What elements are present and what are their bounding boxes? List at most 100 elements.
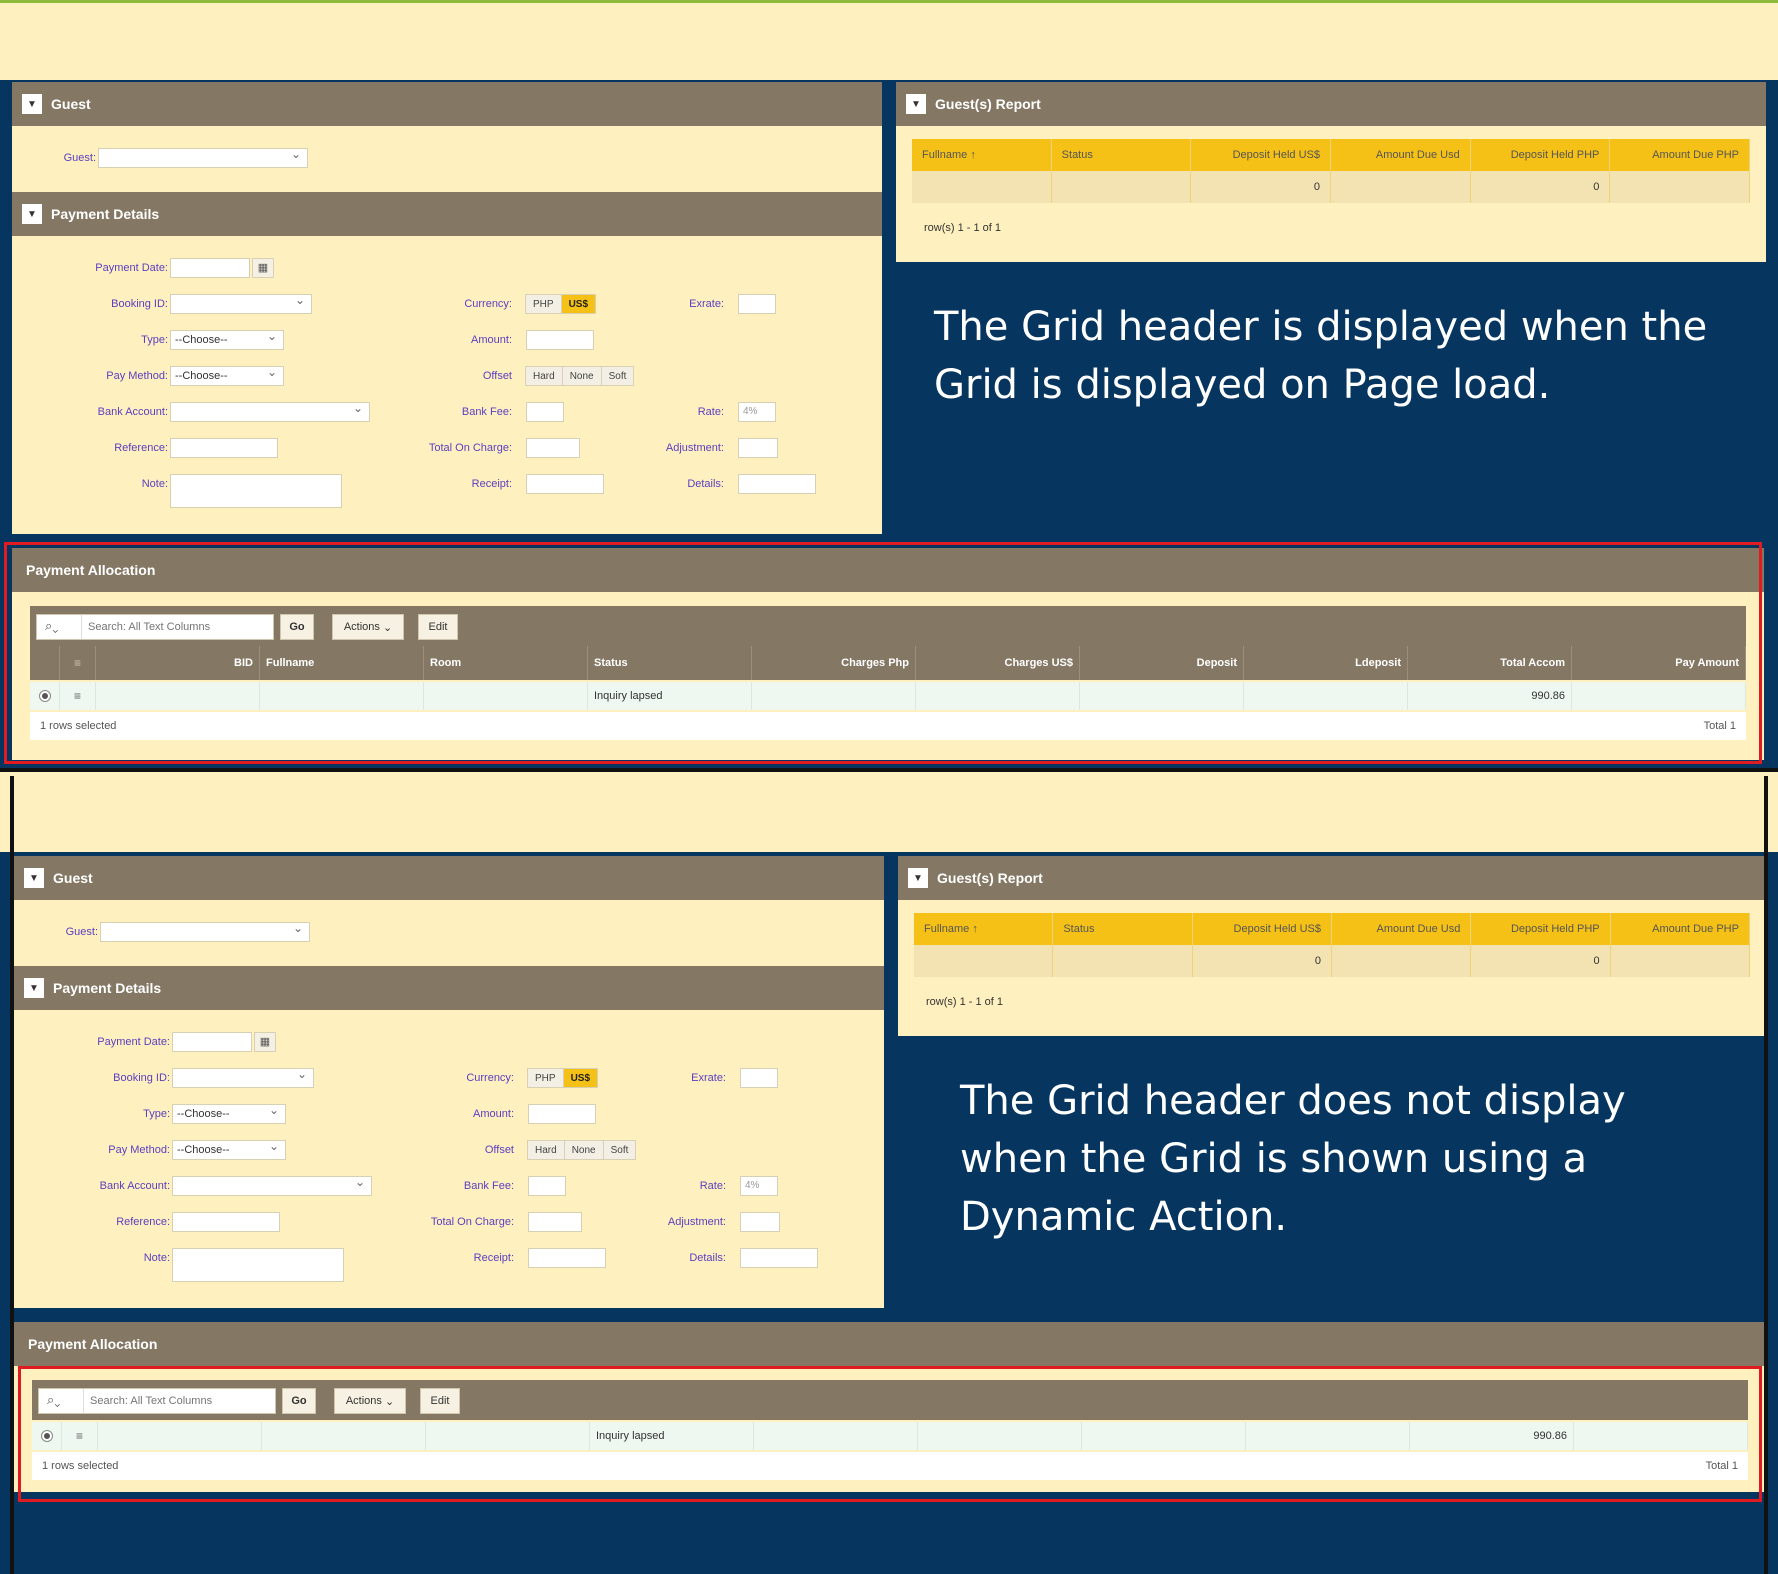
adjustment-input[interactable] xyxy=(740,1212,780,1232)
type-select[interactable]: --Choose-- xyxy=(172,1103,286,1124)
currency-php-option[interactable]: PHP xyxy=(527,1068,564,1088)
offset-hard-option[interactable]: Hard xyxy=(527,1140,565,1160)
guest-region-header: ▼ Guest xyxy=(12,82,882,126)
table-row: 0 0 xyxy=(914,945,1750,977)
col-deposit-held-php[interactable]: Deposit Held PHP xyxy=(1471,913,1611,945)
col-amount-due-php[interactable]: Amount Due PHP xyxy=(1610,913,1750,945)
amount-input[interactable] xyxy=(526,330,594,350)
reference-input[interactable] xyxy=(172,1212,280,1232)
details-input[interactable] xyxy=(740,1248,818,1268)
booking-id-label: Booking ID: xyxy=(111,298,168,310)
offset-toggle: Hard None Soft xyxy=(527,1140,637,1160)
note-textarea[interactable] xyxy=(170,474,342,508)
rate-input[interactable]: 4% xyxy=(738,402,776,422)
receipt-input[interactable] xyxy=(526,474,604,494)
adjustment-label: Adjustment: xyxy=(667,1216,726,1228)
sort-asc-icon: ↑ xyxy=(970,149,976,161)
guest-report-table: Fullname ↑ Status Deposit Held US$ Amoun… xyxy=(912,139,1751,203)
col-deposit-held-usd[interactable]: Deposit Held US$ xyxy=(1192,913,1332,945)
total-on-charge-label: Total On Charge: xyxy=(430,1216,514,1228)
exrate-input[interactable] xyxy=(740,1068,778,1088)
rate-placeholder: 4% xyxy=(745,1180,760,1191)
type-label: Type: xyxy=(143,1108,170,1120)
sort-asc-icon: ↑ xyxy=(972,923,978,935)
currency-usd-option[interactable]: US$ xyxy=(560,294,597,314)
amount-label: Amount: xyxy=(473,1108,514,1120)
receipt-input[interactable] xyxy=(528,1248,606,1268)
adjustment-input[interactable] xyxy=(738,438,778,458)
cell xyxy=(1331,171,1471,203)
pay-method-select[interactable]: --Choose-- xyxy=(170,365,284,386)
bank-fee-input[interactable] xyxy=(526,402,564,422)
details-label: Details: xyxy=(689,1252,726,1264)
booking-id-label: Booking ID: xyxy=(113,1072,170,1084)
reference-label: Reference: xyxy=(116,1216,170,1228)
collapse-toggle-icon[interactable]: ▼ xyxy=(24,868,44,888)
col-fullname[interactable]: Fullname ↑ xyxy=(914,913,1054,945)
note-textarea[interactable] xyxy=(172,1248,344,1282)
reference-label: Reference: xyxy=(114,442,168,454)
col-amount-due-usd[interactable]: Amount Due Usd xyxy=(1331,913,1472,945)
total-on-charge-input[interactable] xyxy=(528,1212,582,1232)
guest-label: Guest: xyxy=(65,926,98,938)
table-row: 0 0 xyxy=(912,171,1751,203)
offset-none-option[interactable]: None xyxy=(563,1140,604,1160)
guest-select[interactable] xyxy=(98,147,308,168)
reference-input[interactable] xyxy=(170,438,278,458)
col-amount-due-php[interactable]: Amount Due PHP xyxy=(1610,139,1751,171)
amount-input[interactable] xyxy=(528,1104,596,1124)
payment-date-label: Payment Date: xyxy=(95,262,168,274)
payment-date-input[interactable] xyxy=(170,258,250,278)
calendar-icon[interactable]: ▦ xyxy=(252,258,274,278)
currency-php-option[interactable]: PHP xyxy=(525,294,562,314)
guest-region-header: ▼ Guest xyxy=(14,856,884,900)
rate-input[interactable]: 4% xyxy=(740,1176,778,1196)
collapse-toggle-icon[interactable]: ▼ xyxy=(22,204,42,224)
receipt-label: Receipt: xyxy=(473,1252,514,1264)
cell xyxy=(912,171,1052,203)
col-status[interactable]: Status xyxy=(1051,139,1192,171)
collapse-toggle-icon[interactable]: ▼ xyxy=(906,94,926,114)
pay-method-select-value: --Choose-- xyxy=(175,370,228,382)
cell: 0 xyxy=(1192,945,1332,977)
bank-fee-input[interactable] xyxy=(528,1176,566,1196)
col-amount-due-usd[interactable]: Amount Due Usd xyxy=(1331,139,1471,171)
total-on-charge-input[interactable] xyxy=(526,438,580,458)
pay-method-select[interactable]: --Choose-- xyxy=(172,1139,286,1160)
collapse-toggle-icon[interactable]: ▼ xyxy=(22,94,42,114)
annotation-bottom: The Grid header does not display when th… xyxy=(960,1078,1626,1240)
offset-soft-option[interactable]: Soft xyxy=(600,366,635,386)
report-pagination: row(s) 1 - 1 of 1 xyxy=(926,996,1004,1008)
col-status[interactable]: Status xyxy=(1053,913,1193,945)
rate-label: Rate: xyxy=(697,406,724,418)
type-select[interactable]: --Choose-- xyxy=(170,329,284,350)
booking-id-select[interactable] xyxy=(172,1067,314,1088)
calendar-icon[interactable]: ▦ xyxy=(254,1032,276,1052)
offset-none-option[interactable]: None xyxy=(561,366,602,386)
col-fullname[interactable]: Fullname ↑ xyxy=(912,139,1052,171)
col-deposit-held-php[interactable]: Deposit Held PHP xyxy=(1470,139,1611,171)
collapse-toggle-icon[interactable]: ▼ xyxy=(908,868,928,888)
bank-account-select[interactable] xyxy=(170,401,370,422)
bank-fee-label: Bank Fee: xyxy=(463,1180,514,1192)
top-banner xyxy=(0,0,1778,83)
guest-select[interactable] xyxy=(100,921,310,942)
offset-hard-option[interactable]: Hard xyxy=(525,366,563,386)
col-deposit-held-usd[interactable]: Deposit Held US$ xyxy=(1191,139,1332,171)
payment-details-region: ▼ Payment Details Payment Date: ▦ Bookin… xyxy=(14,966,884,1308)
bank-account-select[interactable] xyxy=(172,1175,372,1196)
type-label: Type: xyxy=(141,334,168,346)
booking-id-select[interactable] xyxy=(170,293,312,314)
currency-label: Currency: xyxy=(464,298,512,310)
payment-date-input[interactable] xyxy=(172,1032,252,1052)
exrate-input[interactable] xyxy=(738,294,776,314)
receipt-label: Receipt: xyxy=(471,478,512,490)
offset-soft-option[interactable]: Soft xyxy=(602,1140,637,1160)
frame-left xyxy=(10,776,14,1574)
collapse-toggle-icon[interactable]: ▼ xyxy=(24,978,44,998)
details-input[interactable] xyxy=(738,474,816,494)
currency-usd-option[interactable]: US$ xyxy=(562,1068,599,1088)
adjustment-label: Adjustment: xyxy=(665,442,724,454)
rate-label: Rate: xyxy=(699,1180,726,1192)
screenshot-dynamic-action: ▼ Guest Guest: ▼ Payment Details Payment… xyxy=(0,772,1778,1574)
